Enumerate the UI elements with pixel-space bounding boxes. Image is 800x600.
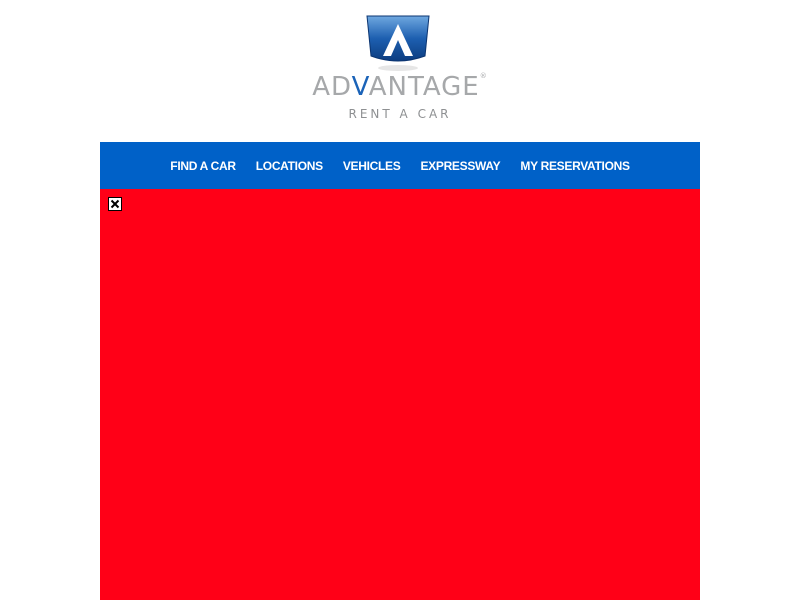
promo-banner <box>100 189 700 600</box>
advantage-emblem-icon <box>365 14 431 76</box>
brand-logo[interactable]: ADVANTAGE® RENT A CAR <box>290 10 510 130</box>
page: ADVANTAGE® RENT A CAR FIND A CAR LOCATIO… <box>0 0 800 600</box>
nav-locations[interactable]: LOCATIONS <box>256 159 323 173</box>
nav-my-reservations[interactable]: MY RESERVATIONS <box>520 159 630 173</box>
brand-tagline: RENT A CAR <box>348 107 452 121</box>
nav-expressway[interactable]: EXPRESSWAY <box>420 159 500 173</box>
nav-vehicles[interactable]: VEHICLES <box>343 159 401 173</box>
close-icon[interactable] <box>108 197 122 211</box>
brand-wordmark: ADVANTAGE® <box>312 72 488 102</box>
main-nav: FIND A CAR LOCATIONS VEHICLES EXPRESSWAY… <box>100 142 700 189</box>
nav-find-a-car[interactable]: FIND A CAR <box>170 159 236 173</box>
